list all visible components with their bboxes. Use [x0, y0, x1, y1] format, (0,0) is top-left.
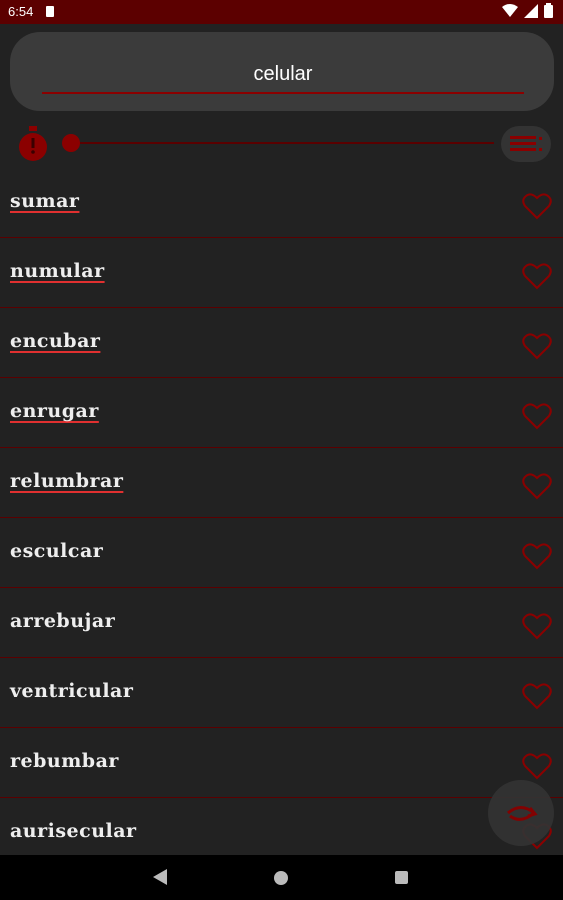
wifi-icon — [502, 3, 518, 17]
speed-slider-track[interactable] — [64, 142, 494, 144]
word-label[interactable]: rebumbar — [10, 750, 119, 772]
word-label[interactable]: relumbrar — [10, 470, 123, 492]
recent-apps-icon[interactable] — [395, 871, 408, 884]
list-item[interactable]: encubar — [0, 308, 563, 378]
list-item[interactable]: sumar — [0, 168, 563, 238]
word-label[interactable]: ventricular — [10, 680, 133, 702]
list-item[interactable]: enrugar — [0, 378, 563, 448]
stopwatch-icon[interactable] — [16, 124, 50, 164]
sim-card-icon — [46, 6, 54, 17]
word-label[interactable]: enrugar — [10, 400, 99, 422]
list-item[interactable]: rebumbar — [0, 728, 563, 798]
battery-icon — [544, 3, 553, 18]
status-bar: 6:54 — [0, 0, 563, 24]
heart-icon[interactable] — [522, 262, 552, 290]
list-item[interactable]: numular — [0, 238, 563, 308]
heart-icon[interactable] — [522, 402, 552, 430]
heart-icon[interactable] — [522, 752, 552, 780]
refresh-button[interactable] — [488, 780, 554, 846]
search-bar — [10, 32, 554, 111]
signal-icon — [524, 3, 538, 18]
word-label[interactable]: esculcar — [10, 540, 103, 562]
word-label[interactable]: encubar — [10, 330, 100, 352]
word-list: sumar numular encubar enrugar relumbrar escul… — [0, 168, 563, 868]
refresh-icon — [507, 806, 538, 821]
word-label[interactable]: arrebujar — [10, 610, 115, 632]
heart-icon[interactable] — [522, 472, 552, 500]
heart-icon[interactable] — [522, 332, 552, 360]
heart-icon[interactable] — [522, 612, 552, 640]
heart-icon[interactable] — [522, 192, 552, 220]
list-menu-icon — [510, 136, 542, 151]
navigation-bar — [0, 855, 563, 900]
list-item[interactable]: relumbrar — [0, 448, 563, 518]
menu-button[interactable] — [501, 126, 551, 162]
status-time: 6:54 — [8, 4, 34, 19]
search-input[interactable] — [42, 56, 524, 94]
speed-slider-thumb[interactable] — [62, 134, 80, 152]
list-item[interactable]: ventricular — [0, 658, 563, 728]
list-item[interactable]: arrebujar — [0, 588, 563, 658]
controls-bar — [0, 120, 563, 168]
back-icon[interactable] — [153, 869, 167, 885]
heart-icon[interactable] — [522, 682, 552, 710]
home-icon[interactable] — [274, 871, 288, 885]
word-label[interactable]: sumar — [10, 190, 79, 212]
word-label[interactable]: aurisecular — [10, 820, 137, 842]
heart-icon[interactable] — [522, 542, 552, 570]
word-label[interactable]: numular — [10, 260, 105, 282]
list-item[interactable]: esculcar — [0, 518, 563, 588]
status-icons — [502, 3, 553, 18]
